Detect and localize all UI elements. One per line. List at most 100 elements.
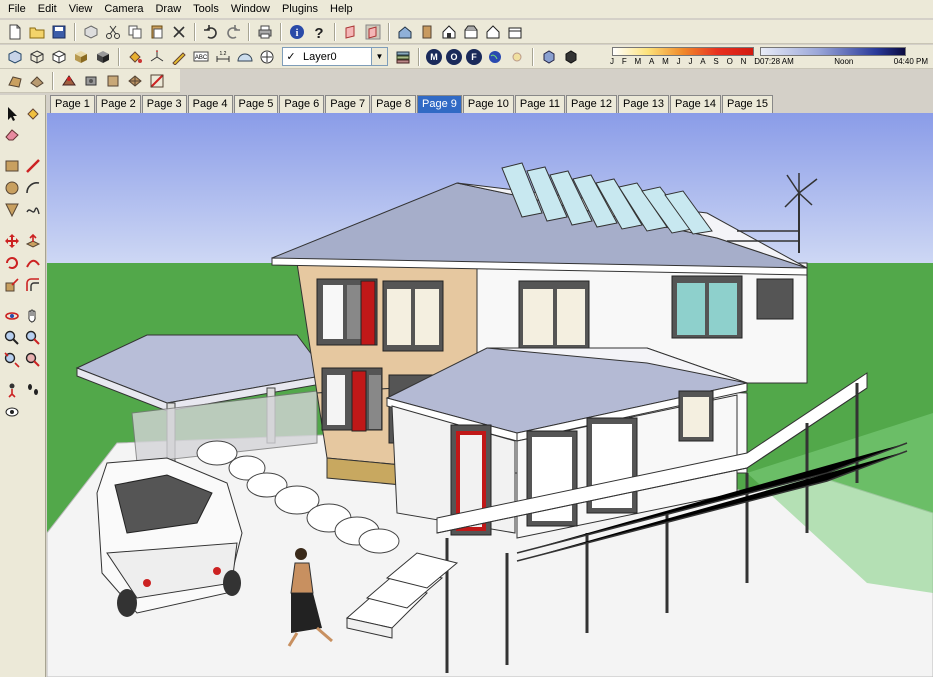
scene-tab[interactable]: Page 13 [618, 95, 669, 113]
stamp-icon[interactable] [82, 72, 100, 90]
month-slider[interactable] [612, 47, 754, 56]
scene-tab[interactable]: Page 4 [187, 95, 233, 113]
xray-icon[interactable] [6, 48, 24, 66]
redo-icon[interactable] [224, 23, 242, 41]
position-camera-icon[interactable] [3, 381, 21, 399]
globe-icon[interactable] [486, 48, 504, 66]
zoom-window-icon[interactable] [24, 329, 42, 347]
menu-view[interactable]: View [63, 0, 99, 18]
make-component-icon[interactable] [82, 23, 100, 41]
walk-icon[interactable] [258, 48, 276, 66]
menu-draw[interactable]: Draw [149, 0, 187, 18]
time-slider[interactable] [760, 47, 906, 56]
rectangle-icon[interactable] [3, 157, 21, 175]
iso-view-icon[interactable] [396, 23, 414, 41]
zoom-extents-icon[interactable] [3, 351, 21, 369]
pencil-line-icon[interactable] [24, 157, 42, 175]
scene-tab[interactable]: Page 6 [279, 95, 325, 113]
save-icon[interactable] [50, 23, 68, 41]
section-display-icon[interactable] [364, 23, 382, 41]
scene-tab[interactable]: Page 2 [95, 95, 141, 113]
freehand-icon[interactable] [24, 201, 42, 219]
new-file-icon[interactable] [6, 23, 24, 41]
scene-tab[interactable]: Page 8 [371, 95, 416, 113]
menu-help[interactable]: Help [324, 0, 359, 18]
menu-tools[interactable]: Tools [187, 0, 225, 18]
offset-icon[interactable] [24, 276, 42, 294]
scene-tab[interactable]: Page 1 [50, 95, 95, 113]
polygon-icon[interactable] [3, 201, 21, 219]
walk-footprints-icon[interactable] [24, 381, 42, 399]
print-icon[interactable] [256, 23, 274, 41]
model-info-icon[interactable]: i [288, 23, 306, 41]
style-m-button[interactable]: M [426, 48, 442, 65]
protractor-icon[interactable] [236, 48, 254, 66]
help-icon[interactable]: ? [310, 23, 328, 41]
menu-edit[interactable]: Edit [32, 0, 63, 18]
scene-tab[interactable]: Page 15 [721, 95, 773, 113]
orbit-icon[interactable] [3, 307, 21, 325]
scene-tab[interactable]: Page 12 [566, 95, 618, 113]
paint-bucket-icon[interactable] [24, 105, 42, 123]
scene-tab[interactable]: Page 10 [462, 95, 514, 113]
tape-icon[interactable] [170, 48, 188, 66]
style-f-button[interactable]: F [466, 48, 482, 65]
pan-hand-icon[interactable] [24, 307, 42, 325]
arc-icon[interactable] [24, 179, 42, 197]
menu-file[interactable]: File [2, 0, 32, 18]
sandbox-contours-icon[interactable] [6, 72, 24, 90]
hidden-line-icon[interactable] [50, 48, 68, 66]
paste-icon[interactable] [148, 23, 166, 41]
menu-camera[interactable]: Camera [98, 0, 149, 18]
menu-window[interactable]: Window [225, 0, 276, 18]
select-arrow-icon[interactable] [3, 105, 21, 123]
scale-icon[interactable] [3, 276, 21, 294]
flip-edge-icon[interactable] [148, 72, 166, 90]
back-view-icon[interactable] [484, 23, 502, 41]
sun-icon[interactable] [508, 48, 526, 66]
layers-manager-icon[interactable] [394, 48, 412, 66]
zoom-icon[interactable] [3, 329, 21, 347]
smoove-icon[interactable] [60, 72, 78, 90]
copy-icon[interactable] [126, 23, 144, 41]
model-viewport[interactable] [47, 113, 933, 677]
chevron-down-icon[interactable]: ▼ [371, 48, 387, 65]
scene-tab[interactable]: Page 11 [514, 95, 566, 113]
dimension-icon[interactable]: 1.2 [214, 48, 232, 66]
wireframe-icon[interactable] [28, 48, 46, 66]
scene-tab[interactable]: Page 14 [670, 95, 721, 113]
cut-icon[interactable] [104, 23, 122, 41]
style-o-button[interactable]: O [446, 48, 462, 65]
open-folder-icon[interactable] [28, 23, 46, 41]
house-model-scene[interactable] [47, 113, 933, 677]
undo-icon[interactable] [202, 23, 220, 41]
previous-view-icon[interactable] [24, 351, 42, 369]
scene-tab[interactable]: Page 7 [325, 95, 371, 113]
drape-icon[interactable] [104, 72, 122, 90]
push-pull-icon[interactable] [24, 232, 42, 250]
axes-icon[interactable] [148, 48, 166, 66]
front-view-icon[interactable] [440, 23, 458, 41]
shadow-toggle-icon[interactable] [562, 48, 580, 66]
top-view-icon[interactable] [418, 23, 436, 41]
scene-tab-active[interactable]: Page 9 [417, 95, 462, 113]
follow-me-icon[interactable] [24, 254, 42, 272]
shaded-icon[interactable] [72, 48, 90, 66]
rotate-icon[interactable] [3, 254, 21, 272]
menu-plugins[interactable]: Plugins [276, 0, 324, 18]
scene-tab[interactable]: Page 3 [141, 95, 187, 113]
look-around-icon[interactable] [3, 403, 21, 421]
scene-tab[interactable]: Page 5 [233, 95, 279, 113]
layer-dropdown[interactable]: ✓ Layer0 ▼ [282, 47, 388, 66]
add-detail-icon[interactable] [126, 72, 144, 90]
section-plane-icon[interactable] [342, 23, 360, 41]
shaded-texture-icon[interactable] [94, 48, 112, 66]
move-icon[interactable] [3, 232, 21, 250]
erase-icon[interactable] [170, 23, 188, 41]
eraser-icon[interactable] [3, 125, 21, 143]
paint-bucket-icon[interactable] [126, 48, 144, 66]
sandbox-scratch-icon[interactable] [28, 72, 46, 90]
circle-icon[interactable] [3, 179, 21, 197]
text-icon[interactable]: ABC [192, 48, 210, 66]
shadow-settings-icon[interactable] [540, 48, 558, 66]
